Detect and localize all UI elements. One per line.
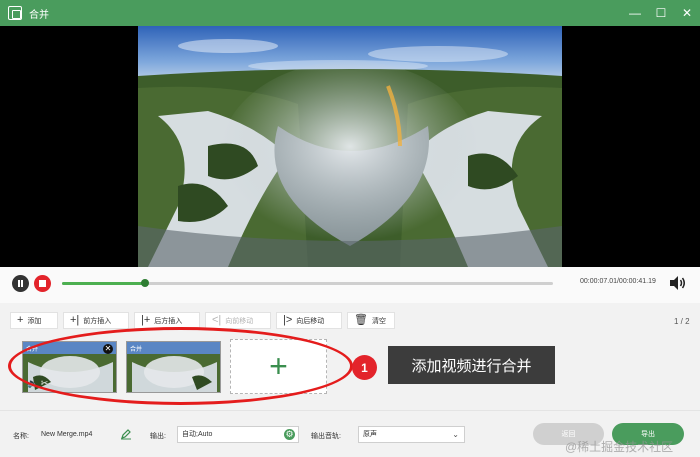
close-icon[interactable]: ✕ (674, 0, 700, 26)
watermark: @稀土掘金技术社区 (565, 440, 674, 454)
trash-icon: 🗑 (354, 314, 368, 326)
pause-button[interactable] (12, 275, 29, 292)
output-label: 输出: (150, 433, 166, 440)
seek-slider[interactable] (62, 279, 553, 287)
gear-icon[interactable]: ⚙ (284, 429, 295, 440)
video-preview[interactable] (0, 26, 700, 267)
output-format-field[interactable]: 自动;Auto ⚙ (177, 426, 299, 443)
move-backward-button[interactable]: |> 向后移动 (276, 312, 342, 329)
maximize-icon[interactable]: ☐ (648, 0, 674, 26)
window-title: 合并 (29, 9, 49, 21)
plus-icon: + (17, 314, 24, 326)
move-forward-button[interactable]: <| 向前移动 (205, 312, 271, 329)
time-readout: 00:00:07.01/00:00:41.19 (580, 278, 656, 285)
video-frame (138, 26, 562, 267)
step-badge: 1 (352, 355, 377, 380)
page-counter: 1 / 2 (674, 317, 690, 326)
minimize-icon[interactable]: — (622, 0, 648, 26)
highlight-ring (8, 327, 353, 405)
add-button[interactable]: + 添加 (10, 312, 58, 329)
name-label: 名称: (13, 433, 29, 440)
move-backward-icon: |> (283, 314, 293, 326)
chevron-down-icon: ⌄ (452, 430, 459, 439)
audio-track-label: 输出音轨: (311, 433, 341, 440)
seek-progress (62, 282, 146, 285)
playback-controls: 00:00:07.01/00:00:41.19 (0, 267, 700, 303)
merge-app-icon (8, 6, 22, 20)
clip-toolbar: + 添加 +| 前方插入 |+ 后方插入 <| 向前移动 |> 向后移动 🗑 清空 1 / … (0, 303, 700, 331)
insert-after-icon: |+ (141, 314, 151, 326)
stop-button[interactable] (34, 275, 51, 292)
move-forward-icon: <| (212, 314, 222, 326)
insert-before-icon: +| (70, 314, 80, 326)
title-bar: 合并 — ☐ ✕ (0, 0, 700, 26)
seek-handle[interactable] (141, 279, 150, 287)
insert-before-button[interactable]: +| 前方插入 (63, 312, 129, 329)
audio-track-select[interactable]: 原声 ⌄ (358, 426, 465, 443)
callout-tooltip: 添加视频进行合并 (388, 346, 555, 384)
volume-icon[interactable] (668, 275, 686, 291)
file-name: New Merge.mp4 (41, 431, 93, 438)
clear-button[interactable]: 🗑 清空 (347, 312, 395, 329)
edit-icon[interactable] (120, 428, 132, 440)
